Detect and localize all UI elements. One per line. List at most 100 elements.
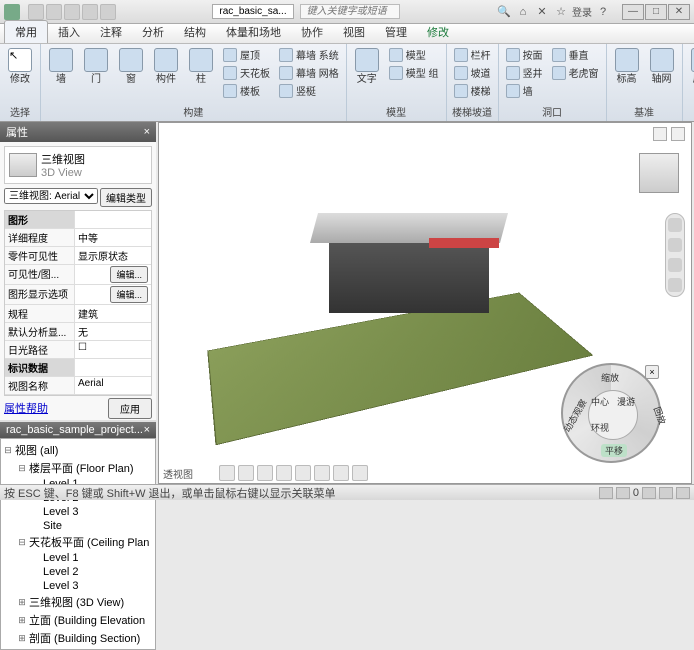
analysis-field[interactable]: 无 xyxy=(75,323,151,340)
wheel-pan[interactable]: 平移 xyxy=(601,444,627,457)
exchange-icon[interactable]: ✕ xyxy=(534,4,550,20)
wheel-rewind[interactable]: 漫游 xyxy=(617,395,635,408)
discipline-field[interactable]: 建筑 xyxy=(75,305,151,322)
apply-button[interactable]: 应用 xyxy=(108,398,152,419)
help-icon[interactable]: ? xyxy=(595,4,611,20)
view-selector[interactable]: 三维视图: Aerial xyxy=(4,188,98,204)
tab-annotate[interactable]: 注释 xyxy=(90,21,132,43)
roof-button[interactable]: 屋顶 xyxy=(220,46,273,63)
sb-editable-icon[interactable] xyxy=(616,487,630,499)
stair-button[interactable]: 楼梯 xyxy=(451,82,494,99)
detail-icon[interactable] xyxy=(238,465,254,481)
opening-wall-button[interactable]: 墙 xyxy=(503,82,546,99)
minimize-button[interactable]: — xyxy=(622,4,644,20)
opening-dormer-button[interactable]: 老虎窗 xyxy=(549,64,602,81)
sb-select-icon[interactable] xyxy=(642,487,656,499)
ramp-button[interactable]: 坡道 xyxy=(451,64,494,81)
tree-elevations[interactable]: ⊞立面 (Building Elevation xyxy=(17,611,153,629)
search-input[interactable] xyxy=(300,4,400,19)
properties-help-link[interactable]: 属性帮助 xyxy=(4,400,48,416)
wheel-look[interactable]: 环视 xyxy=(591,421,609,434)
opening-face-button[interactable]: 按面 xyxy=(503,46,546,63)
tab-manage[interactable]: 管理 xyxy=(375,21,417,43)
tab-collaborate[interactable]: 协作 xyxy=(291,21,333,43)
tree-sections[interactable]: ⊞剖面 (Building Section) xyxy=(17,629,153,647)
qat-print-icon[interactable] xyxy=(100,4,116,20)
tab-analyze[interactable]: 分析 xyxy=(132,21,174,43)
column-button[interactable]: 柱 xyxy=(185,46,217,87)
model-line-button[interactable]: 模型 xyxy=(386,46,442,63)
qat-redo-icon[interactable] xyxy=(82,4,98,20)
model-text-button[interactable]: 文字 xyxy=(351,46,383,87)
detail-level-field[interactable]: 中等 xyxy=(75,229,151,246)
tab-structure[interactable]: 结构 xyxy=(174,21,216,43)
qat-save-icon[interactable] xyxy=(46,4,62,20)
tree-item[interactable]: Level 3 xyxy=(31,579,153,593)
ceiling-button[interactable]: 天花板 xyxy=(220,64,273,81)
nav-orbit-icon[interactable] xyxy=(668,278,682,292)
visual-style-icon[interactable] xyxy=(257,465,273,481)
sb-filter-icon[interactable] xyxy=(659,487,673,499)
nav-wheel-icon[interactable] xyxy=(668,218,682,232)
sb-drag-icon[interactable] xyxy=(676,487,690,499)
tab-view[interactable]: 视图 xyxy=(333,21,375,43)
tree-3d-views[interactable]: ⊞三维视图 (3D View) xyxy=(17,593,153,611)
railing-button[interactable]: 栏杆 xyxy=(451,46,494,63)
maximize-button[interactable]: □ xyxy=(645,4,667,20)
model-group-button[interactable]: 模型 组 xyxy=(386,64,442,81)
grid-button[interactable]: 轴网 xyxy=(646,46,678,87)
door-button[interactable]: 门 xyxy=(80,46,112,87)
crop-icon[interactable] xyxy=(333,465,349,481)
tree-item[interactable]: Site xyxy=(31,519,153,533)
tree-item[interactable]: Level 3 xyxy=(31,505,153,519)
tab-home[interactable]: 常用 xyxy=(4,20,48,43)
parts-vis-field[interactable]: 显示原状态 xyxy=(75,247,151,264)
subscription-icon[interactable]: ⌂ xyxy=(515,4,531,20)
room-button[interactable]: 房间 xyxy=(687,46,694,87)
mullion-button[interactable]: 竖梃 xyxy=(276,82,342,99)
shadow-icon[interactable] xyxy=(295,465,311,481)
close-button[interactable]: ✕ xyxy=(668,4,690,20)
tree-item[interactable]: Level 1 xyxy=(31,551,153,565)
browser-close-icon[interactable]: × xyxy=(144,424,150,436)
vis-graphics-edit-button[interactable]: 编辑... xyxy=(110,266,148,283)
opening-shaft-button[interactable]: 竖井 xyxy=(503,64,546,81)
wheel-center[interactable]: 中心 xyxy=(591,395,609,408)
render-icon[interactable] xyxy=(314,465,330,481)
level-button[interactable]: 标高 xyxy=(611,46,643,87)
viewport-3d[interactable]: 缩放 中心 漫游 动态观察 环视 平移 回放 × 透视图 xyxy=(158,122,692,484)
wheel-close-icon[interactable]: × xyxy=(645,365,659,379)
viewport-restore-icon[interactable] xyxy=(653,127,667,141)
sunpath-checkbox[interactable]: ☐ xyxy=(75,341,151,358)
tree-ceiling-plans[interactable]: ⊟天花板平面 (Ceiling Plan xyxy=(17,533,153,551)
disp-options-edit-button[interactable]: 编辑... xyxy=(110,286,148,303)
wheel-back[interactable]: 回放 xyxy=(651,405,669,426)
login-button[interactable]: 登录 xyxy=(572,4,592,20)
nav-zoom-icon[interactable] xyxy=(668,258,682,272)
qat-undo-icon[interactable] xyxy=(64,4,80,20)
scale-icon[interactable] xyxy=(219,465,235,481)
nav-pan-icon[interactable] xyxy=(668,238,682,252)
tree-root[interactable]: ⊟视图 (all) xyxy=(3,441,153,459)
viewport-max-icon[interactable] xyxy=(671,127,685,141)
view-name-field[interactable]: Aerial xyxy=(75,377,151,394)
hide-icon[interactable] xyxy=(352,465,368,481)
tree-floor-plans[interactable]: ⊟楼层平面 (Floor Plan) xyxy=(17,459,153,477)
component-button[interactable]: 构件 xyxy=(150,46,182,87)
properties-close-icon[interactable]: × xyxy=(144,126,150,138)
qat-open-icon[interactable] xyxy=(28,4,44,20)
sun-icon[interactable] xyxy=(276,465,292,481)
steering-wheel[interactable]: 缩放 中心 漫游 动态观察 环视 平移 回放 × xyxy=(561,363,661,463)
sb-workset-icon[interactable] xyxy=(599,487,613,499)
wall-button[interactable]: 墙 xyxy=(45,46,77,87)
wheel-orbit[interactable]: 动态观察 xyxy=(560,397,589,435)
app-icon[interactable] xyxy=(4,4,20,20)
tab-massing[interactable]: 体量和场地 xyxy=(216,21,291,43)
floor-button[interactable]: 楼板 xyxy=(220,82,273,99)
curtain-grid-button[interactable]: 幕墙 网格 xyxy=(276,64,342,81)
tab-modify[interactable]: 修改 xyxy=(417,21,459,43)
viewcube[interactable] xyxy=(639,153,679,193)
wheel-zoom[interactable]: 缩放 xyxy=(601,371,619,384)
favorite-icon[interactable]: ☆ xyxy=(553,4,569,20)
curtain-system-button[interactable]: 幕墙 系统 xyxy=(276,46,342,63)
